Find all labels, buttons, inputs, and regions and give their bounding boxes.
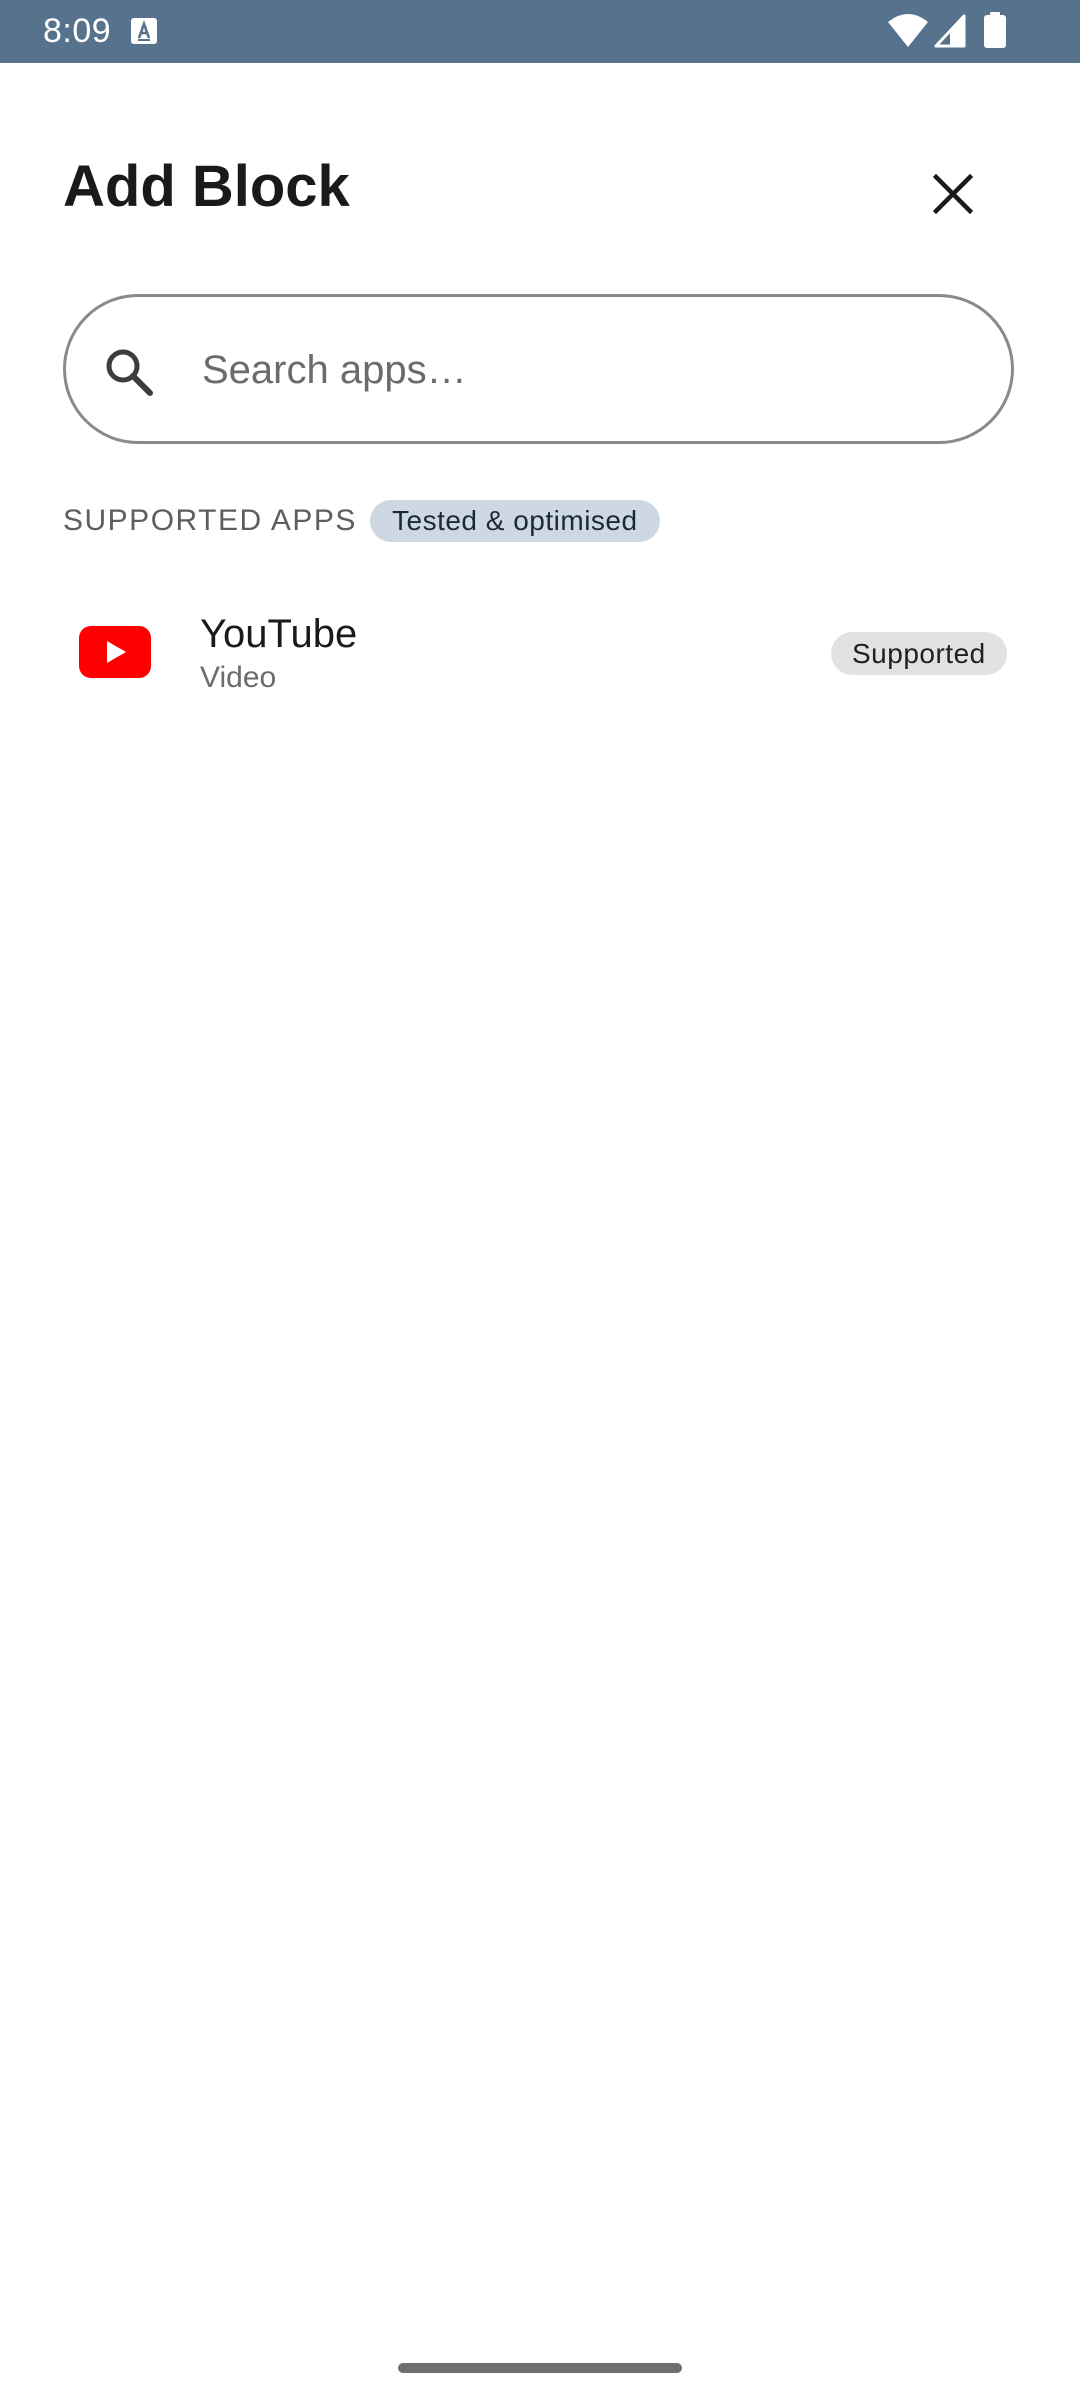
- keyboard-a-icon: [131, 18, 157, 44]
- close-icon: [933, 174, 973, 214]
- search-box[interactable]: [63, 294, 1014, 444]
- list-item-youtube[interactable]: YouTube Video Supported: [0, 590, 1080, 715]
- signal-icon: [934, 14, 966, 48]
- youtube-icon: [79, 626, 151, 678]
- battery-icon: [984, 12, 1006, 48]
- status-time: 8:09: [43, 12, 112, 50]
- page-title: Add Block: [63, 154, 350, 219]
- search-input[interactable]: [202, 337, 962, 403]
- home-indicator[interactable]: [398, 2363, 682, 2373]
- status-badge: Supported: [831, 632, 1007, 675]
- close-button[interactable]: [916, 157, 990, 231]
- search-icon: [106, 349, 153, 396]
- status-bar: 8:09: [0, 0, 1080, 63]
- app-category: Video: [200, 661, 277, 694]
- section-label: SUPPORTED APPS: [63, 504, 357, 537]
- section-badge: Tested & optimised: [370, 500, 660, 542]
- wifi-icon: [888, 14, 928, 47]
- app-name: YouTube: [200, 612, 358, 656]
